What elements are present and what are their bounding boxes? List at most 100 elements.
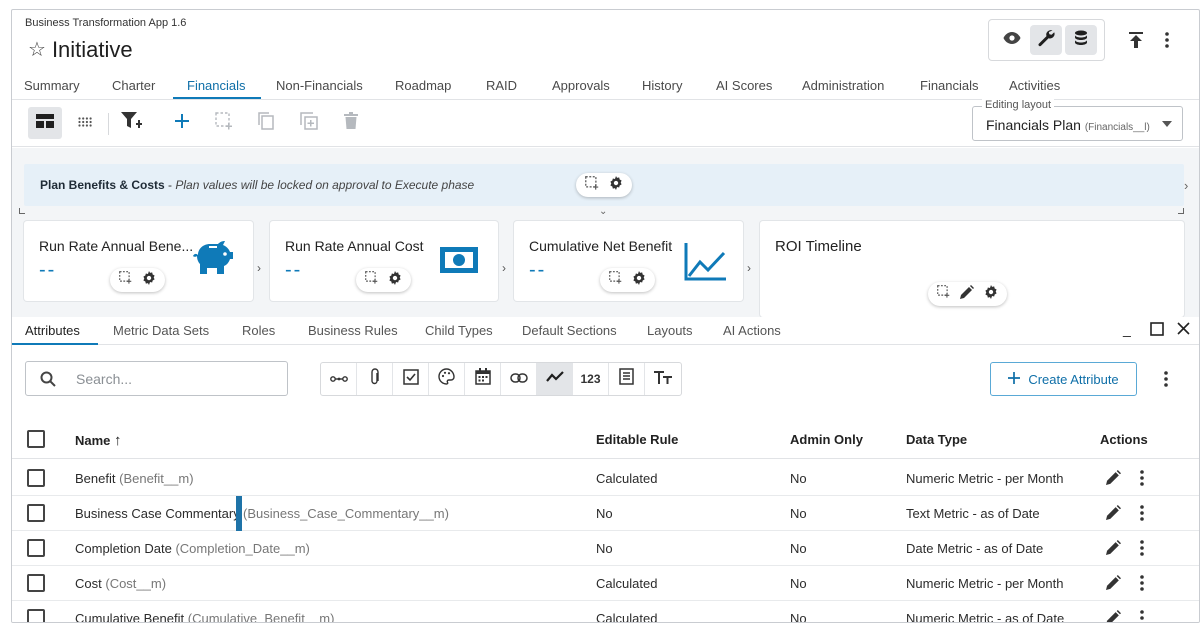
pencil-icon[interactable]	[1106, 610, 1121, 622]
text-size-icon	[654, 370, 672, 389]
tab-financials-2[interactable]: Financials	[920, 78, 979, 93]
column-header-admin-only[interactable]: Admin Only	[790, 432, 863, 447]
pencil-icon[interactable]	[1106, 505, 1121, 525]
create-attribute-button[interactable]: Create Attribute	[990, 362, 1137, 396]
tab-financials[interactable]: Financials	[187, 78, 246, 93]
edit-mode-button[interactable]	[1030, 25, 1063, 55]
more-options-icon[interactable]	[1159, 370, 1173, 388]
kpi-card[interactable]: Run Rate Annual Cost --	[270, 221, 498, 301]
duplicate-button[interactable]	[292, 107, 326, 139]
add-filter-button[interactable]	[115, 107, 149, 139]
gear-icon[interactable]	[388, 270, 402, 290]
table-row[interactable]: Benefit (Benefit__m) Calculated No Numer…	[12, 461, 1199, 496]
filter-checkbox-button[interactable]	[393, 363, 429, 395]
filter-color-button[interactable]	[429, 363, 465, 395]
tab-non-financials[interactable]: Non-Financials	[276, 78, 363, 93]
database-icon	[1074, 30, 1088, 51]
add-section-icon[interactable]	[119, 271, 132, 289]
table-row[interactable]: Business Case Commentary (Business_Case_…	[12, 496, 1199, 531]
pencil-icon[interactable]	[1106, 470, 1121, 490]
table-row[interactable]: Cumulative Benefit (Cumulative_Benefit__…	[12, 601, 1199, 622]
record-tabs: Summary Charter Financials Non-Financial…	[12, 76, 1199, 100]
filter-metric-button[interactable]	[537, 363, 573, 395]
add-button[interactable]	[165, 107, 199, 139]
more-options-icon[interactable]	[1140, 540, 1144, 561]
filter-date-button[interactable]	[465, 363, 501, 395]
filter-relationship-button[interactable]	[321, 363, 357, 395]
card-view-button[interactable]	[28, 107, 62, 139]
view-mode-button[interactable]	[996, 25, 1028, 55]
more-options-icon[interactable]	[1157, 30, 1177, 50]
filter-plus-icon	[121, 111, 143, 135]
tab-summary[interactable]: Summary	[24, 78, 80, 93]
close-icon[interactable]	[1177, 322, 1190, 338]
grid-view-button[interactable]	[68, 107, 102, 139]
subtab-ai-actions[interactable]: AI Actions	[723, 323, 781, 338]
subtab-default-sections[interactable]: Default Sections	[522, 323, 617, 338]
star-icon[interactable]: ☆	[28, 40, 46, 60]
delete-button[interactable]	[334, 107, 368, 139]
subtab-metric-data-sets[interactable]: Metric Data Sets	[113, 323, 209, 338]
tab-administration[interactable]: Administration	[802, 78, 884, 93]
more-options-icon[interactable]	[1140, 470, 1144, 491]
table-row[interactable]: Cost (Cost__m) Calculated No Numeric Met…	[12, 566, 1199, 601]
add-section-icon[interactable]	[585, 175, 599, 195]
pencil-icon[interactable]	[1106, 540, 1121, 560]
grid-dots-icon	[78, 114, 92, 132]
column-header-editable-rule[interactable]: Editable Rule	[596, 432, 678, 447]
maximize-icon[interactable]	[1150, 322, 1164, 339]
kpi-card[interactable]: Run Rate Annual Bene... --	[24, 221, 253, 301]
gear-icon[interactable]	[632, 270, 646, 290]
more-options-icon[interactable]	[1140, 610, 1144, 622]
search-input[interactable]	[76, 368, 276, 390]
minimize-icon[interactable]: _	[1123, 321, 1131, 337]
filter-text-block-button[interactable]	[609, 363, 645, 395]
add-section-icon[interactable]	[365, 271, 378, 289]
more-options-icon[interactable]	[1140, 575, 1144, 596]
gear-icon[interactable]	[609, 175, 623, 195]
gear-icon[interactable]	[984, 284, 998, 304]
kpi-card-title: Run Rate Annual Bene...	[39, 238, 194, 254]
subtab-roles[interactable]: Roles	[242, 323, 275, 338]
row-checkbox[interactable]	[27, 469, 45, 487]
tab-charter[interactable]: Charter	[112, 78, 155, 93]
copy-button[interactable]	[249, 107, 283, 139]
row-checkbox[interactable]	[27, 539, 45, 557]
pencil-icon[interactable]	[960, 284, 974, 304]
column-header-data-type[interactable]: Data Type	[906, 432, 967, 447]
tab-ai-scores[interactable]: AI Scores	[716, 78, 772, 93]
filter-text-button[interactable]	[645, 363, 681, 395]
gear-icon[interactable]	[142, 270, 156, 290]
row-checkbox[interactable]	[27, 609, 45, 622]
tab-raid[interactable]: RAID	[486, 78, 517, 93]
row-checkbox[interactable]	[27, 574, 45, 592]
tab-history[interactable]: History	[642, 78, 682, 93]
subtab-business-rules[interactable]: Business Rules	[308, 323, 398, 338]
row-checkbox[interactable]	[27, 504, 45, 522]
data-mode-button[interactable]	[1064, 25, 1097, 55]
add-section-icon[interactable]	[937, 285, 950, 303]
subtab-attributes[interactable]: Attributes	[25, 323, 80, 338]
pencil-icon[interactable]	[1106, 575, 1121, 595]
admin-only-cell: No	[790, 471, 807, 486]
tab-roadmap[interactable]: Roadmap	[395, 78, 451, 93]
editing-layout-select[interactable]: Editing layout Financials Plan (Financia…	[972, 99, 1183, 141]
tab-approvals[interactable]: Approvals	[552, 78, 610, 93]
filter-number-button[interactable]: 123	[573, 363, 609, 395]
publish-icon[interactable]	[1126, 30, 1146, 50]
select-all-checkbox[interactable]	[27, 430, 45, 448]
more-options-icon[interactable]	[1140, 505, 1144, 526]
tab-activities[interactable]: Activities	[1009, 78, 1060, 93]
add-section-button[interactable]	[207, 107, 241, 139]
section-banner[interactable]: Plan Benefits & Costs - Plan values will…	[24, 164, 1184, 217]
add-section-icon[interactable]	[609, 271, 622, 289]
subtab-child-types[interactable]: Child Types	[425, 323, 493, 338]
checkbox-icon	[402, 368, 419, 390]
filter-attachment-button[interactable]	[357, 363, 393, 395]
roi-timeline-card[interactable]: ROI Timeline	[760, 221, 1184, 317]
filter-link-button[interactable]	[501, 363, 537, 395]
column-header-name[interactable]: Name ↑	[75, 432, 122, 449]
kpi-card[interactable]: Cumulative Net Benefit --	[514, 221, 743, 301]
table-row[interactable]: Completion Date (Completion_Date__m) No …	[12, 531, 1199, 566]
subtab-layouts[interactable]: Layouts	[647, 323, 693, 338]
